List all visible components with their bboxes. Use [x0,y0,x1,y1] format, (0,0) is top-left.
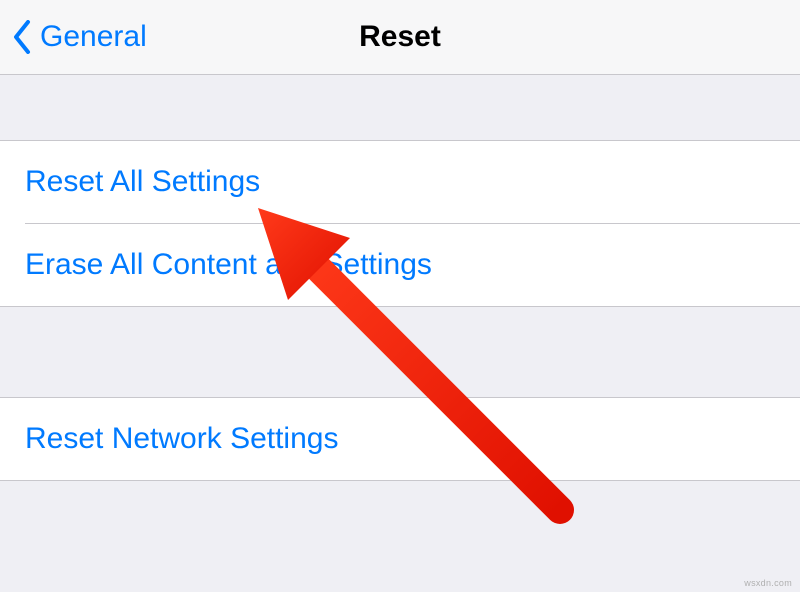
settings-group-2: Reset Network Settings [0,397,800,481]
reset-network-settings-row[interactable]: Reset Network Settings [0,398,800,480]
row-label: Reset All Settings [25,165,260,198]
settings-group-1: Reset All Settings Erase All Content and… [0,140,800,307]
section-spacer [0,307,800,397]
back-button[interactable]: General [0,20,147,54]
reset-all-settings-row[interactable]: Reset All Settings [0,141,800,223]
row-label: Reset Network Settings [25,422,338,455]
chevron-left-icon [12,20,32,54]
watermark-text: wsxdn.com [744,578,792,588]
row-label: Erase All Content and Settings [25,248,432,281]
navigation-bar: General Reset [0,0,800,75]
back-label: General [40,20,147,54]
section-spacer [0,75,800,140]
page-title: Reset [359,20,441,54]
erase-all-content-row[interactable]: Erase All Content and Settings [0,224,800,306]
